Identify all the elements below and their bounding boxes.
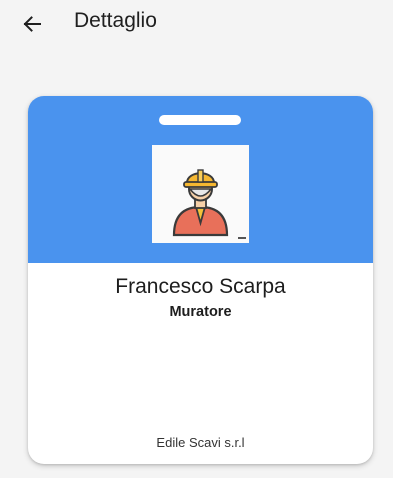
id-badge-card[interactable]: Francesco Scarpa Muratore Edile Scavi s.… <box>28 96 373 464</box>
badge-name: Francesco Scarpa <box>115 275 286 298</box>
app-bar: Dettaglio <box>0 0 393 48</box>
arrow-left-icon <box>23 16 41 32</box>
back-button[interactable] <box>14 6 50 42</box>
badge-role: Muratore <box>169 304 232 320</box>
badge-header <box>28 96 373 263</box>
badge-company: Edile Scavi s.r.l <box>156 435 245 450</box>
page-title: Dettaglio <box>74 9 157 32</box>
construction-worker-icon <box>152 145 249 243</box>
badge-photo <box>152 145 249 243</box>
badge-lanyard-slot <box>159 115 241 125</box>
